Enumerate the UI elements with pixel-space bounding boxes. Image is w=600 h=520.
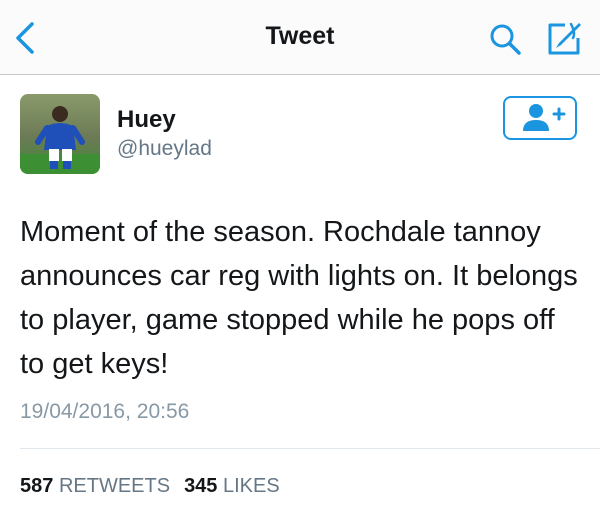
likes-label: LIKES (223, 475, 280, 497)
likes-stat[interactable]: 345 LIKES (184, 475, 280, 497)
tweet-text: Moment of the season. Rochdale tannoy an… (20, 216, 578, 380)
retweets-count: 587 (20, 475, 54, 497)
tweet-stats: 587 RETWEETS 345 LIKES (20, 475, 280, 498)
author-name[interactable]: Huey (117, 106, 176, 134)
follow-button[interactable] (503, 96, 577, 140)
add-user-icon (523, 104, 566, 131)
retweets-label: RETWEETS (58, 475, 171, 497)
compose-button[interactable] (545, 20, 583, 58)
user-avatar (20, 94, 100, 174)
nav-bar: Tweet (0, 0, 600, 75)
avatar[interactable] (20, 94, 100, 174)
tweet-timestamp: 19/04/2016, 20:56 (20, 400, 190, 423)
retweets-stat[interactable]: 587 RETWEETS (20, 475, 170, 497)
search-button[interactable] (488, 22, 522, 56)
divider (20, 448, 600, 449)
likes-count: 345 (184, 475, 218, 497)
search-icon (490, 24, 521, 55)
compose-icon (548, 22, 581, 55)
author-handle[interactable]: @hueylad (117, 137, 212, 161)
